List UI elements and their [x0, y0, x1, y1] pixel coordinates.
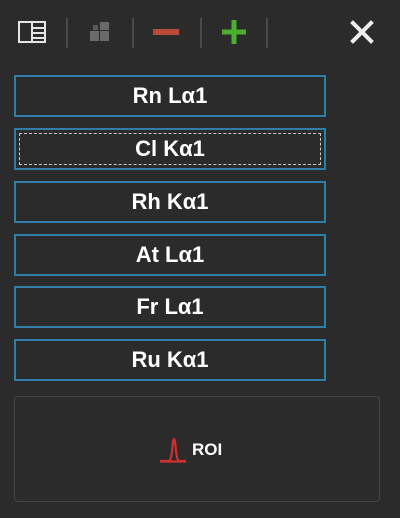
line-button-fr-la1[interactable]: Fr Lα1 — [14, 286, 326, 328]
line-button-rn-la1[interactable]: Rn Lα1 — [14, 75, 326, 117]
roi-label: ROI — [192, 440, 223, 459]
toolbar-separator — [132, 18, 134, 48]
roi-peak-icon — [160, 437, 186, 463]
roi-panel: ROI — [14, 396, 380, 502]
toolbar-separator — [66, 18, 68, 48]
plus-icon — [222, 20, 246, 44]
layout-icon — [18, 21, 46, 43]
line-button-label: Rn Lα1 — [132, 83, 208, 108]
layout-toggle-button[interactable] — [14, 16, 50, 48]
line-button-label: At Lα1 — [135, 242, 205, 267]
line-button-label: Rh Kα1 — [131, 189, 209, 214]
close-icon — [350, 20, 374, 44]
line-button-cl-ka1[interactable]: Cl Kα1 — [14, 128, 326, 170]
remove-button[interactable] — [148, 16, 184, 48]
toolbar-separator — [266, 18, 268, 48]
line-button-label: Ru Kα1 — [131, 347, 209, 372]
line-button-at-la1[interactable]: At Lα1 — [14, 234, 326, 276]
line-button-label: Cl Kα1 — [135, 136, 205, 161]
roi-button[interactable]: ROI — [158, 435, 222, 465]
minus-icon — [153, 29, 179, 35]
line-button-ru-ka1[interactable]: Ru Kα1 — [14, 339, 326, 381]
line-button-rh-ka1[interactable]: Rh Kα1 — [14, 181, 326, 223]
grid-icon — [90, 22, 109, 41]
add-button[interactable] — [216, 16, 252, 48]
toolbar-separator — [200, 18, 202, 48]
close-button[interactable] — [344, 16, 380, 48]
grid-button[interactable] — [82, 16, 118, 48]
line-button-label: Fr Lα1 — [136, 294, 204, 319]
toolbar — [0, 0, 400, 64]
